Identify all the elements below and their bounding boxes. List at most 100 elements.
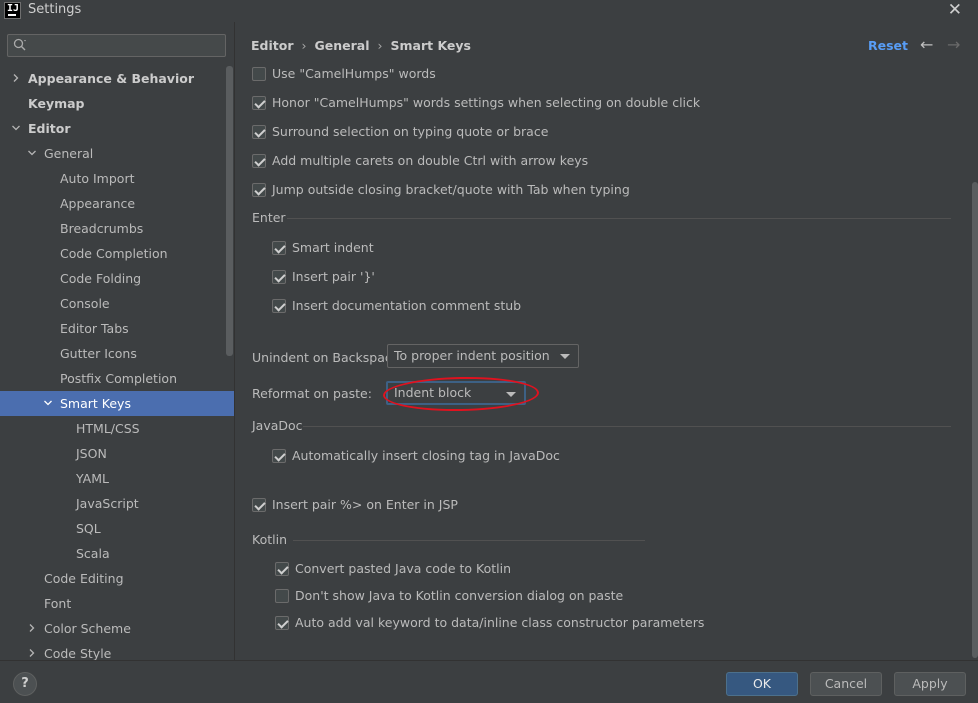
sidebar-item-label: HTML/CSS [76, 421, 140, 436]
checkbox[interactable] [252, 67, 266, 81]
sidebar-item-javascript[interactable]: JavaScript [0, 491, 234, 516]
option-label: Insert pair '}' [292, 269, 375, 284]
reset-link[interactable]: Reset [868, 38, 908, 53]
sidebar-item-label: SQL [76, 521, 101, 536]
sidebar-item-appearance-behavior[interactable]: Appearance & Behavior [0, 66, 234, 91]
apply-button[interactable]: Apply [894, 672, 966, 696]
sidebar-item-label: Appearance & Behavior [28, 71, 194, 86]
sidebar-item-label: JSON [76, 446, 107, 461]
breadcrumb-separator-icon: › [377, 38, 383, 53]
group-enter-title: Enter [252, 210, 286, 225]
checkbox[interactable] [252, 498, 266, 512]
sidebar-item-json[interactable]: JSON [0, 441, 234, 466]
chevron-right-icon[interactable] [12, 74, 20, 82]
group-kotlin-title: Kotlin [252, 532, 287, 547]
sidebar-item-label: Color Scheme [44, 621, 131, 636]
option-label: Surround selection on typing quote or br… [272, 124, 549, 139]
sidebar-item-editor[interactable]: Editor [0, 116, 234, 141]
chevron-down-icon [560, 354, 570, 359]
search-icon [13, 38, 26, 51]
sidebar-item-html-css[interactable]: HTML/CSS [0, 416, 234, 441]
sidebar-item-code-editing[interactable]: Code Editing [0, 566, 234, 591]
reformat-dropdown[interactable]: Indent block [386, 381, 526, 405]
sidebar-item-label: Postfix Completion [60, 371, 177, 386]
sidebar-item-label: Scala [76, 546, 110, 561]
search-input[interactable] [38, 37, 223, 54]
sidebar-item-label: Appearance [60, 196, 136, 211]
option-label: Jump outside closing bracket/quote with … [272, 182, 630, 197]
group-separator [287, 218, 951, 219]
sidebar-item-label: Code Editing [44, 571, 124, 586]
search-box[interactable] [7, 34, 226, 57]
settings-content: Editor › General › Smart Keys Reset ← → Use … [234, 22, 978, 660]
help-button[interactable]: ? [13, 672, 37, 696]
breadcrumb-smart-keys: Smart Keys [390, 38, 472, 53]
sidebar-scrollbar[interactable] [226, 66, 233, 356]
sidebar-item-font[interactable]: Font [0, 591, 234, 616]
checkbox[interactable] [272, 299, 286, 313]
sidebar-item-label: Auto Import [60, 171, 135, 186]
chevron-down-icon [506, 392, 516, 397]
checkbox[interactable] [272, 449, 286, 463]
sidebar-item-smart-keys[interactable]: Smart Keys [0, 391, 234, 416]
sidebar-item-code-completion[interactable]: Code Completion [0, 241, 234, 266]
checkbox[interactable] [252, 96, 266, 110]
sidebar-item-label: Editor Tabs [60, 321, 129, 336]
sidebar-item-gutter-icons[interactable]: Gutter Icons [0, 341, 234, 366]
checkbox[interactable] [272, 241, 286, 255]
option-label: Don't show Java to Kotlin conversion dia… [295, 588, 624, 603]
checkbox[interactable] [275, 562, 289, 576]
group-javadoc-title: JavaDoc [252, 418, 303, 433]
checkbox[interactable] [252, 154, 266, 168]
ok-button[interactable]: OK [726, 672, 798, 696]
group-separator [293, 540, 645, 541]
settings-sidebar: Appearance & Behavior Keymap Editor General… [0, 22, 234, 661]
sidebar-item-label: Console [60, 296, 110, 311]
sidebar-item-label: Keymap [28, 96, 85, 111]
option-label: Convert pasted Java code to Kotlin [295, 561, 512, 576]
unindent-label: Unindent on Backspace: [252, 350, 404, 365]
arrow-right-icon[interactable]: → [947, 35, 960, 54]
checkbox[interactable] [252, 183, 266, 197]
chevron-right-icon[interactable] [28, 624, 36, 632]
checkbox[interactable] [272, 270, 286, 284]
sidebar-item-label: Smart Keys [60, 396, 131, 411]
checkbox[interactable] [275, 616, 289, 630]
sidebar-item-label: Font [44, 596, 72, 611]
chevron-down-icon[interactable] [12, 124, 20, 132]
sidebar-item-console[interactable]: Console [0, 291, 234, 316]
sidebar-item-label: Code Folding [60, 271, 142, 286]
sidebar-item-sql[interactable]: SQL [0, 516, 234, 541]
option-label: Automatically insert closing tag in Java… [292, 448, 560, 463]
sidebar-item-scala[interactable]: Scala [0, 541, 234, 566]
option-label: Insert documentation comment stub [292, 298, 522, 313]
chevron-down-icon[interactable] [44, 399, 52, 407]
sidebar-item-label: Breadcrumbs [60, 221, 144, 236]
title-bar: IJ Settings ✕ [0, 0, 978, 22]
sidebar-item-yaml[interactable]: YAML [0, 466, 234, 491]
window-title: Settings [28, 2, 82, 17]
sidebar-item-code-folding[interactable]: Code Folding [0, 266, 234, 291]
breadcrumb: Editor › General › Smart Keys [251, 38, 471, 53]
sidebar-item-breadcrumbs[interactable]: Breadcrumbs [0, 216, 234, 241]
cancel-button[interactable]: Cancel [810, 672, 882, 696]
option-label: Add multiple carets on double Ctrl with … [272, 153, 589, 168]
arrow-left-icon[interactable]: ← [920, 35, 933, 54]
chevron-right-icon[interactable] [28, 649, 36, 657]
breadcrumb-editor[interactable]: Editor [251, 38, 294, 53]
sidebar-item-label: General [44, 146, 94, 161]
sidebar-item-postfix-completion[interactable]: Postfix Completion [0, 366, 234, 391]
content-scrollbar[interactable] [972, 182, 978, 658]
sidebar-item-auto-import[interactable]: Auto Import [0, 166, 234, 191]
checkbox[interactable] [252, 125, 266, 139]
sidebar-item-color-scheme[interactable]: Color Scheme [0, 616, 234, 641]
breadcrumb-general[interactable]: General [315, 38, 370, 53]
unindent-dropdown[interactable]: To proper indent position [387, 344, 579, 368]
close-icon[interactable]: ✕ [948, 0, 962, 20]
sidebar-item-general[interactable]: General [0, 141, 234, 166]
checkbox[interactable] [275, 589, 289, 603]
sidebar-item-keymap[interactable]: Keymap [0, 91, 234, 116]
sidebar-item-appearance[interactable]: Appearance [0, 191, 234, 216]
sidebar-item-editor-tabs[interactable]: Editor Tabs [0, 316, 234, 341]
chevron-down-icon[interactable] [28, 149, 36, 157]
